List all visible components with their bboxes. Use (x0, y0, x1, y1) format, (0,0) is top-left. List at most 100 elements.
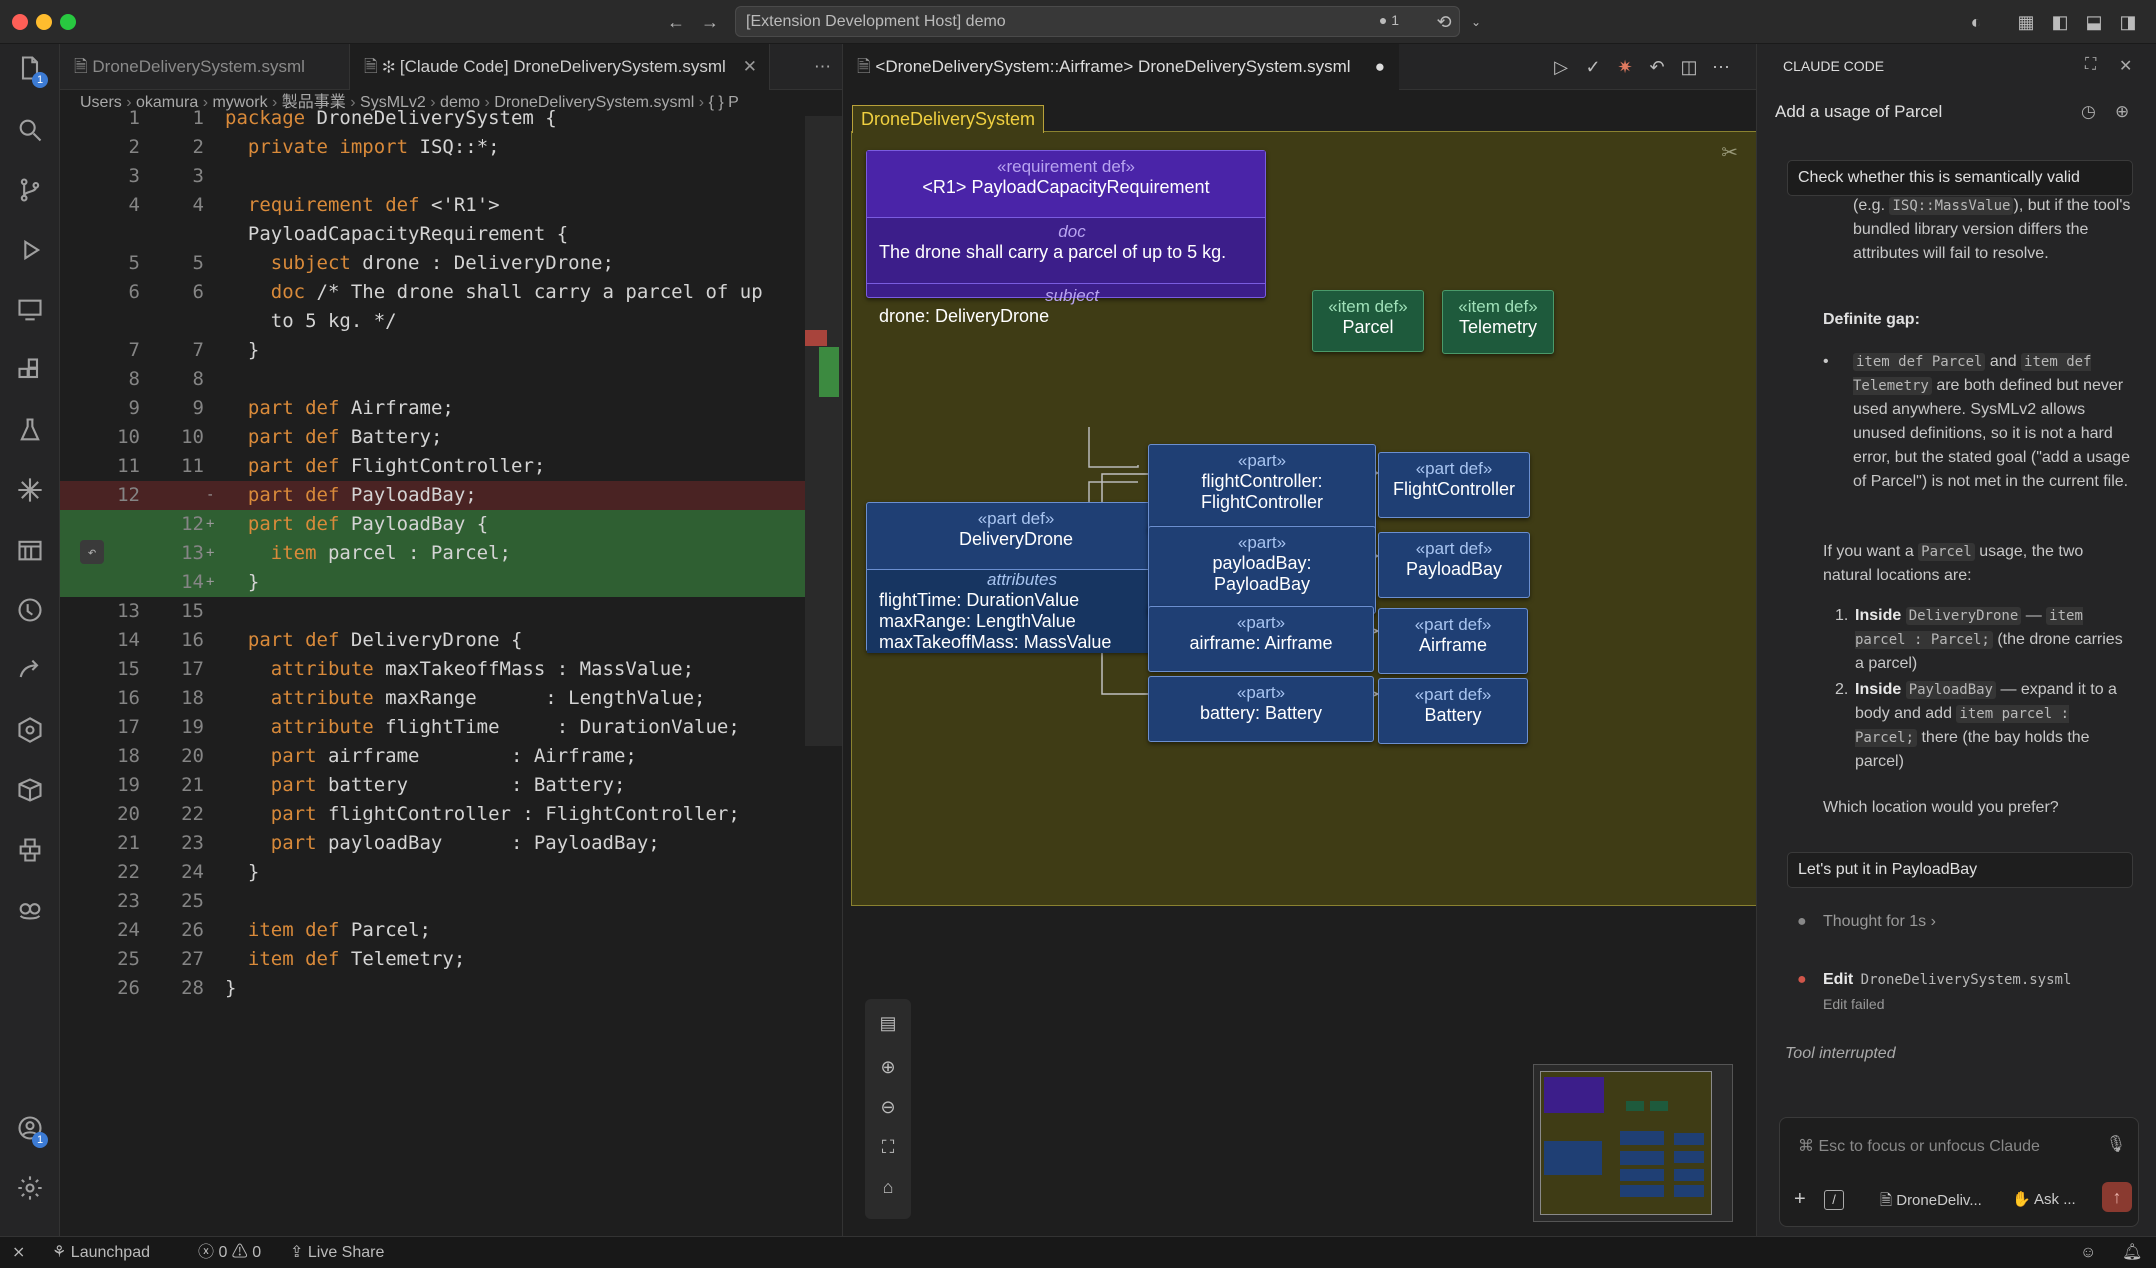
code-line[interactable]: 10 10 part def Battery; (60, 423, 805, 452)
part-flightcontroller-node[interactable]: «part» flightController: FlightControlle… (1148, 444, 1376, 532)
home-icon[interactable]: ⌂ (876, 1175, 900, 1199)
code-line[interactable]: 26 28} (60, 974, 805, 1003)
timeline-icon[interactable] (12, 596, 48, 632)
code-line[interactable]: 20 22 part flightController : FlightContr… (60, 800, 805, 829)
problems-item[interactable]: ⓧ 0 ⚠ 0 (198, 1237, 261, 1268)
more-actions-icon[interactable]: ⋯ (1709, 55, 1733, 79)
code-line[interactable]: 11 11 part def FlightController; (60, 452, 805, 481)
code-line[interactable]: 12 - part def PayloadBay; (60, 481, 805, 510)
fit-view-icon[interactable]: ⛶ (876, 1135, 900, 1159)
part-def-payloadbay-node[interactable]: «part def» PayloadBay (1378, 532, 1530, 598)
split-editor-icon[interactable]: ◫ (1677, 55, 1701, 79)
code-line[interactable]: 7 7 } (60, 336, 805, 365)
live-share-icon[interactable] (12, 656, 48, 692)
expand-icon[interactable]: ⛶ (2085, 56, 2096, 74)
edit-tool-call[interactable]: Edit DroneDeliverySystem.sysml (1823, 968, 2133, 992)
project-board-icon[interactable] (12, 536, 48, 572)
add-attachment-icon[interactable]: + (1794, 1188, 1806, 1211)
testing-icon[interactable] (12, 416, 48, 452)
item-telemetry-node[interactable]: «item def» Telemetry (1442, 290, 1554, 354)
code-line[interactable]: 13 + item parcel : Parcel; (60, 539, 805, 568)
claude-spark-icon[interactable]: ✷ (1613, 55, 1637, 79)
claude-icon[interactable] (12, 476, 48, 512)
send-button[interactable]: ↑ (2102, 1182, 2132, 1212)
code-line[interactable]: 17 19 attribute flightTime : DurationValu… (60, 713, 805, 742)
search-icon[interactable] (12, 116, 48, 152)
code-line[interactable]: 14 16 part def DeliveryDrone { (60, 626, 805, 655)
code-line[interactable]: 22 24 } (60, 858, 805, 887)
settings-gear-icon[interactable] (12, 1174, 48, 1210)
code-line[interactable]: 1 1 package DroneDeliverySystem { (60, 104, 805, 133)
code-line[interactable]: 18 20 part airframe : Airframe; (60, 742, 805, 771)
new-chat-icon[interactable]: ⊕ (2115, 102, 2129, 122)
code-line[interactable]: 88 (60, 365, 805, 394)
layout-icon[interactable]: ▦ (2014, 10, 2038, 34)
part-def-flightcontroller-node[interactable]: «part def» FlightController (1378, 452, 1530, 518)
explorer-icon[interactable]: 1 (12, 54, 48, 90)
code-line[interactable]: 12 + part def PayloadBay { (60, 510, 805, 539)
slash-command-icon[interactable]: / (1824, 1190, 1844, 1210)
code-line[interactable]: 15 17 attribute maxTakeoffMass : MassValu… (60, 655, 805, 684)
auto-layout-icon[interactable]: ▤ (876, 1011, 900, 1035)
revert-change-icon[interactable]: ↶ (80, 540, 104, 564)
back-arrow-icon[interactable]: ← (664, 10, 688, 34)
overview-ruler[interactable] (805, 116, 842, 746)
command-center[interactable]: [Extension Development Host] demo ● 1 (735, 6, 1460, 37)
remote-explorer-icon[interactable] (12, 296, 48, 332)
containers-icon[interactable] (12, 776, 48, 812)
zoom-in-icon[interactable]: ⊕ (876, 1055, 900, 1079)
code-line[interactable]: 23 25 (60, 887, 805, 916)
sync-icon[interactable]: ⟲ (1432, 10, 1456, 34)
chat-input-box[interactable]: ⌘ Esc to focus or unfocus Claude 🎙 + / 🗎… (1779, 1117, 2139, 1227)
run-debug-icon[interactable] (12, 236, 48, 272)
requirement-node[interactable]: «requirement def» <R1> PayloadCapacityRe… (866, 150, 1266, 326)
code-line[interactable]: 9 9 part def Airframe; (60, 394, 805, 423)
accounts-icon[interactable]: 1 (12, 1114, 48, 1150)
code-line[interactable]: 6 6 doc /* The drone shall carry a parcel… (60, 278, 805, 307)
kubernetes-icon[interactable] (12, 716, 48, 752)
tab-claude-diff[interactable]: 🗎 ✻ [Claude Code] DroneDeliverySystem.sy… (350, 44, 770, 90)
toggle-sidebar-icon[interactable]: ◧ (2048, 10, 2072, 34)
history-icon[interactable]: ◷ (2081, 102, 2096, 122)
item-parcel-node[interactable]: «item def» Parcel (1312, 290, 1424, 352)
more-actions-icon[interactable]: ⋯ (800, 44, 840, 90)
minimize-window-button[interactable] (36, 14, 52, 30)
file-chip[interactable]: 🗎 DroneDeliv... (1880, 1190, 1982, 1215)
part-def-battery-node[interactable]: «part def» Battery (1378, 678, 1528, 744)
forward-arrow-icon[interactable]: → (698, 10, 722, 34)
notifications-bell-icon[interactable]: 🔔︎ (2122, 1237, 2142, 1268)
code-line[interactable]: PayloadCapacityRequirement { (60, 220, 805, 249)
code-line[interactable]: 24 26 item def Parcel; (60, 916, 805, 945)
mode-chip[interactable]: ✋ Ask ... (2012, 1190, 2076, 1208)
code-line[interactable]: to 5 kg. */ (60, 307, 805, 336)
remote-icon[interactable]: ⨯ (12, 1237, 25, 1268)
zoom-out-icon[interactable]: ⊖ (876, 1095, 900, 1119)
code-editor[interactable]: 1 1 package DroneDeliverySystem {2 2 privat… (60, 107, 842, 1236)
package-tab[interactable]: DroneDeliverySystem (852, 105, 1045, 133)
tab-diagram[interactable]: 🗎 <DroneDeliverySystem::Airframe> DroneD… (843, 44, 1399, 90)
part-def-airframe-node[interactable]: «part def» Airframe (1378, 608, 1528, 674)
diagram-canvas[interactable]: DroneDeliverySystem ✂ «requirement def» … (851, 105, 1757, 906)
launchpad-item[interactable]: ⚘ Launchpad (52, 1237, 150, 1268)
toggle-secondary-sidebar-icon[interactable]: ◨ (2116, 10, 2140, 34)
toggle-panel-icon[interactable]: ⬓ (2082, 10, 2106, 34)
code-line[interactable]: 33 (60, 162, 805, 191)
close-window-button[interactable] (12, 14, 28, 30)
maximize-window-button[interactable] (60, 14, 76, 30)
copilot-chat-icon[interactable] (12, 896, 48, 932)
part-battery-node[interactable]: «part» battery: Battery (1148, 676, 1374, 742)
code-line[interactable]: 4 4 requirement def <'R1'> (60, 191, 805, 220)
thought-toggle[interactable]: Thought for 1s › (1823, 910, 2023, 934)
copilot-icon[interactable]: ◐ (1964, 10, 1988, 34)
code-line[interactable]: 14 + } (60, 568, 805, 597)
part-def-deliverydrone-node[interactable]: «part def» DeliveryDrone attributes flig… (866, 502, 1166, 653)
check-icon[interactable]: ✓ (1581, 55, 1605, 79)
source-control-icon[interactable] (12, 176, 48, 212)
python-icon[interactable] (12, 836, 48, 872)
code-line[interactable]: 19 21 part battery : Battery; (60, 771, 805, 800)
code-line[interactable]: 21 23 part payloadBay : PayloadBay; (60, 829, 805, 858)
extensions-icon[interactable] (12, 356, 48, 392)
close-icon[interactable]: ✕ (2119, 56, 2132, 76)
tab-dronedeliverysystem[interactable]: 🗎 DroneDeliverySystem.sysml (60, 44, 350, 90)
part-payloadbay-node[interactable]: «part» payloadBay: PayloadBay (1148, 526, 1376, 614)
